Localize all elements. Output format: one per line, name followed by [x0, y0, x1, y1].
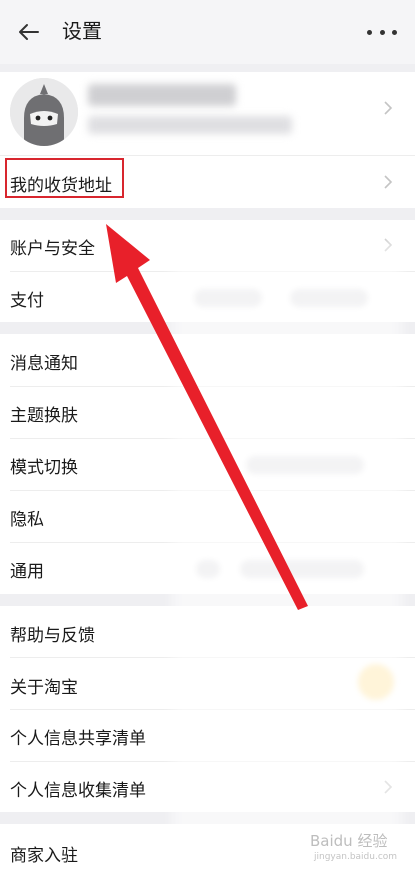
row-label: 隐私 — [10, 510, 44, 529]
row-label: 通用 — [10, 562, 44, 581]
watermark: Baidu 经验 jingyan.baidu.com — [300, 826, 412, 870]
back-button[interactable] — [14, 18, 42, 46]
top-bar: 设置 — [0, 0, 415, 64]
floating-badge-blurred — [358, 664, 394, 700]
arrow-left-icon — [19, 24, 39, 40]
chevron-right-icon — [384, 101, 393, 115]
more-dots-icon — [367, 29, 372, 35]
chevron-right-icon — [384, 175, 393, 189]
row-label: 支付 — [10, 291, 44, 310]
row-label: 模式切换 — [10, 458, 78, 477]
avatar-icon — [10, 78, 78, 146]
row-label: 个人信息收集清单 — [10, 781, 146, 800]
row-label: 消息通知 — [10, 354, 78, 373]
row-label: 关于淘宝 — [10, 678, 78, 697]
watermark-subtext: jingyan.baidu.com — [314, 852, 398, 862]
row-label: 账户与安全 — [10, 239, 95, 258]
row-label: 商家入驻 — [10, 846, 78, 865]
blurred-overlay-panel — [172, 240, 402, 850]
row-label: 帮助与反馈 — [10, 626, 95, 645]
page-title: 设置 — [62, 21, 102, 43]
row-label: 个人信息共享清单 — [10, 729, 146, 748]
profile-subtitle-blurred — [88, 116, 292, 134]
avatar[interactable] — [10, 78, 78, 146]
watermark-text: Baidu 经验 — [310, 832, 388, 850]
row-label: 主题换肤 — [10, 406, 78, 425]
more-button[interactable] — [367, 20, 397, 44]
profile-name-blurred — [88, 84, 236, 106]
address-highlight-box — [5, 158, 124, 198]
